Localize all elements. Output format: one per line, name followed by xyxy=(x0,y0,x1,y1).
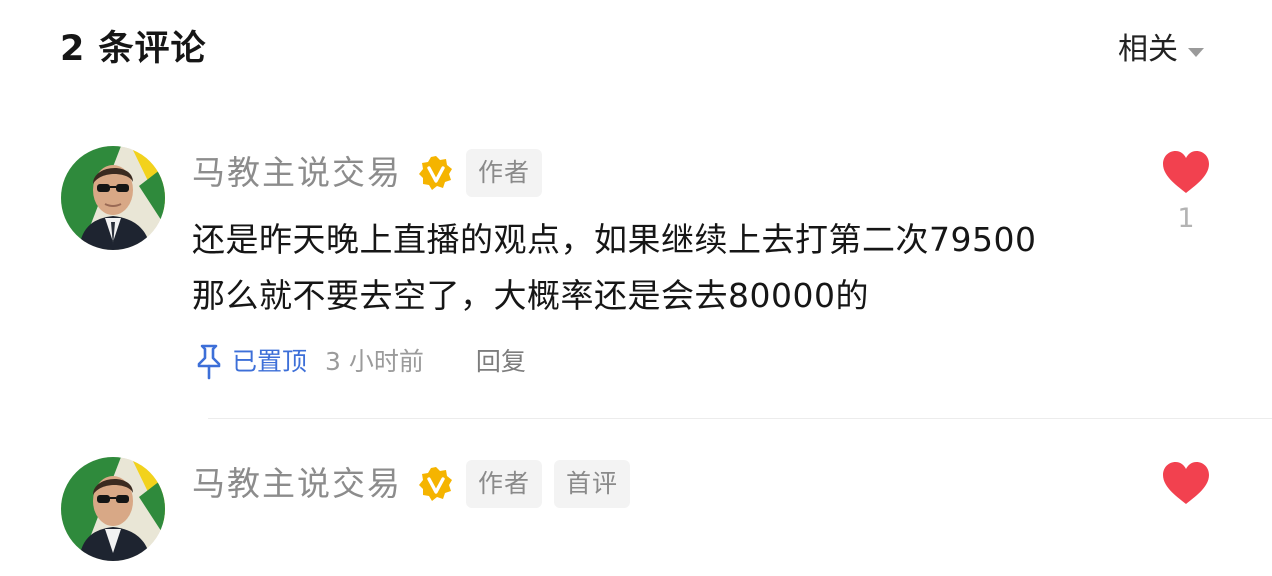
comment-count-title: 2 条评论 xyxy=(60,29,207,69)
comment-divider xyxy=(208,418,1272,419)
like-control: 1 xyxy=(1160,149,1212,237)
avatar-image xyxy=(61,457,165,561)
comment-body: 还是昨天晚上直播的观点，如果继续上去打第二次79500 那么就不要去空了，大概率… xyxy=(192,212,1142,324)
reply-button[interactable]: 回复 xyxy=(476,340,526,384)
avatar[interactable] xyxy=(61,146,165,250)
sort-label: 相关 xyxy=(1118,32,1178,67)
comments-header: 2 条评论 相关 xyxy=(0,0,1272,100)
author-name[interactable]: 马教主说交易 xyxy=(192,148,402,198)
like-control xyxy=(1160,460,1212,510)
timestamp: 3 小时前 xyxy=(325,347,424,376)
sort-dropdown[interactable]: 相关 xyxy=(1118,30,1204,70)
heart-icon[interactable] xyxy=(1161,460,1211,506)
comment-line: 那么就不要去空了，大概率还是会去80000的 xyxy=(192,276,869,315)
author-name[interactable]: 马教主说交易 xyxy=(192,459,402,509)
comment-item: 马教主说交易 作者 首评 xyxy=(0,456,1272,576)
caret-down-icon xyxy=(1188,47,1204,57)
comment-meta: 已置顶 3 小时前 回复 xyxy=(192,340,526,384)
comment-item: 马教主说交易 作者 还是昨天晚上直播的观点，如果继续上去打第二次79500 那么… xyxy=(0,145,1272,395)
author-tag: 作者 xyxy=(466,149,543,197)
pin-icon xyxy=(197,344,221,380)
author-tag: 作者 xyxy=(466,460,543,508)
heart-icon[interactable] xyxy=(1161,149,1211,195)
author-row: 马教主说交易 作者 首评 xyxy=(192,459,631,509)
verified-v-badge-icon xyxy=(419,156,452,190)
pinned-label: 已置顶 xyxy=(232,347,308,376)
avatar-image xyxy=(61,146,165,250)
like-count: 1 xyxy=(1177,203,1195,234)
avatar[interactable] xyxy=(61,457,165,561)
comment-line: 还是昨天晚上直播的观点，如果继续上去打第二次79500 xyxy=(192,220,1037,259)
verified-v-badge-icon xyxy=(419,467,452,501)
first-comment-tag: 首评 xyxy=(554,460,631,508)
author-row: 马教主说交易 作者 xyxy=(192,148,543,198)
